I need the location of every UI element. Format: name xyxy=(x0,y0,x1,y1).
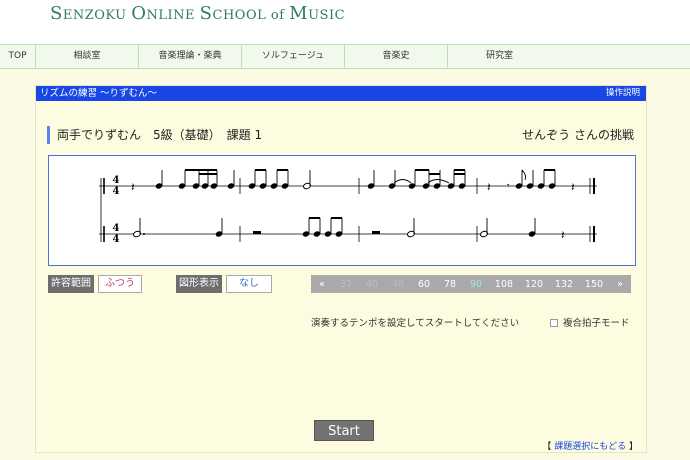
quarter-rest-icon: 𝄽 xyxy=(131,180,135,194)
rhythm-score: 4 4 4 4 𝄽 𝄽 𝄾 𝄽 𝄽 xyxy=(48,155,636,266)
time-sig-top: 4 xyxy=(113,223,120,234)
tempo-next-button[interactable]: » xyxy=(609,279,631,290)
tempo-option[interactable]: 60 xyxy=(411,279,437,290)
quarter-rest-icon: 𝄽 xyxy=(571,180,575,194)
tolerance-label: 許容範囲 xyxy=(48,275,94,293)
panel-titlebar: リズムの練習 〜りずむん〜 操作説明 xyxy=(36,86,646,101)
tempo-option[interactable]: 78 xyxy=(437,279,463,290)
back-to-selection-link[interactable]: 【 課題選択にもどる 】 xyxy=(542,439,638,452)
upper-voice: 𝄽 𝄽 𝄾 𝄽 xyxy=(131,169,575,194)
barlines xyxy=(239,178,591,242)
tempo-selector: « 32 40 48 60 78 90 108 120 132 150 » xyxy=(311,275,631,293)
quarter-rest-icon: 𝄽 xyxy=(487,180,491,194)
tempo-option[interactable]: 150 xyxy=(579,279,609,290)
exercise-title: 両手でりずむん 5級（基礎） 課題 1 xyxy=(47,126,262,144)
shape-display-label: 図形表示 xyxy=(176,275,222,293)
nav-item-lab[interactable]: 研究室 xyxy=(448,45,551,68)
score-svg: 4 4 4 4 𝄽 𝄽 𝄾 𝄽 𝄽 xyxy=(99,169,597,245)
lower-voice: 𝄽 xyxy=(133,217,565,242)
start-button[interactable]: Start xyxy=(314,420,374,441)
nav-item-top[interactable]: TOP xyxy=(0,45,36,68)
tie xyxy=(393,179,412,184)
eighth-rest-icon: 𝄾 xyxy=(507,181,510,192)
tempo-prev-button[interactable]: « xyxy=(311,279,333,290)
panel-title: リズムの練習 〜りずむん〜 xyxy=(40,88,158,99)
help-link[interactable]: 操作説明 xyxy=(606,86,640,101)
tie xyxy=(427,179,450,184)
tempo-option[interactable]: 120 xyxy=(519,279,549,290)
tolerance-select[interactable]: ふつう xyxy=(98,275,142,293)
time-sig-bottom: 4 xyxy=(113,234,120,245)
site-logo[interactable]: SENZOKU ONLINE SCHOOL of MUSIC xyxy=(50,3,345,24)
nav-item-consultation[interactable]: 相談室 xyxy=(36,45,139,68)
challenger-label: せんぞう さんの挑戦 xyxy=(522,128,634,142)
composite-meter-checkbox[interactable] xyxy=(550,319,558,327)
tempo-option: 32 xyxy=(339,278,353,290)
shape-display-select[interactable]: なし xyxy=(226,275,272,293)
tempo-hint: 演奏するテンポを設定してスタートしてください xyxy=(311,318,520,329)
tempo-option[interactable]: 108 xyxy=(489,279,519,290)
content-area: リズムの練習 〜りずむん〜 操作説明 両手でりずむん 5級（基礎） 課題 1 せ… xyxy=(0,69,690,460)
time-sig-top: 4 xyxy=(113,175,120,186)
controls-row: 許容範囲 ふつう 図形表示 なし « 32 40 48 60 78 90 108… xyxy=(48,275,636,295)
nav-item-solfege[interactable]: ソルフェージュ xyxy=(242,45,345,68)
site-header: SENZOKU ONLINE SCHOOL of MUSIC xyxy=(0,0,690,44)
back-to-selection-label[interactable]: 課題選択にもどる xyxy=(554,442,626,452)
main-nav: TOP 相談室 音楽理論・楽典 ソルフェージュ 音楽史 研究室 xyxy=(0,44,690,69)
tempo-option-selected[interactable]: 90 xyxy=(463,279,489,290)
time-sig-bottom: 4 xyxy=(113,186,120,197)
half-rest-icon xyxy=(372,231,380,234)
half-rest-icon xyxy=(253,231,261,234)
composite-meter-label: 複合拍子モード xyxy=(563,318,630,329)
nav-item-theory[interactable]: 音楽理論・楽典 xyxy=(139,45,242,68)
tempo-option[interactable]: 132 xyxy=(549,279,579,290)
tempo-option: 48 xyxy=(391,278,405,290)
composite-meter-toggle[interactable]: 複合拍子モード xyxy=(550,315,630,329)
nav-item-history[interactable]: 音楽史 xyxy=(345,45,448,68)
tempo-option: 40 xyxy=(365,278,379,290)
exercise-panel: リズムの練習 〜りずむん〜 操作説明 両手でりずむん 5級（基礎） 課題 1 せ… xyxy=(35,85,647,453)
quarter-rest-icon: 𝄽 xyxy=(561,228,565,242)
